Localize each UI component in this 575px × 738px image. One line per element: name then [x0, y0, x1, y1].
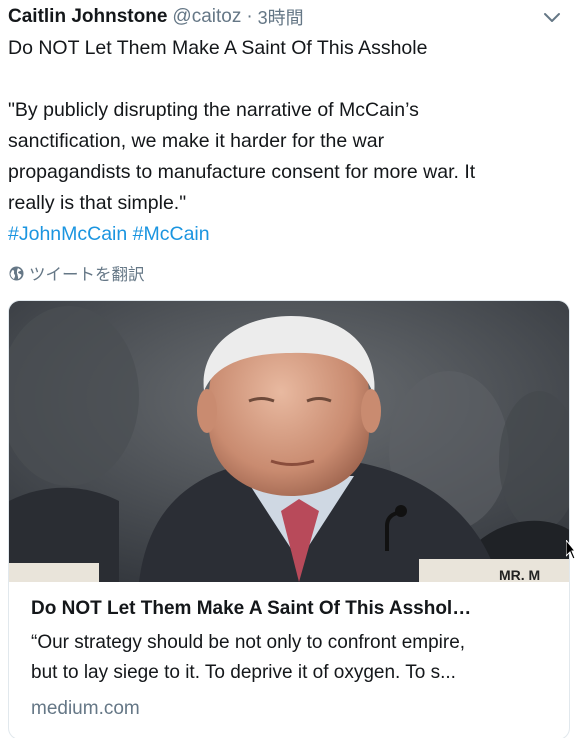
- author-name[interactable]: Caitlin Johnstone: [8, 6, 167, 28]
- mouse-cursor-icon: [565, 538, 575, 562]
- tweet-timestamp[interactable]: 3時間: [258, 4, 304, 30]
- nameplate-text: MR. M: [499, 567, 540, 582]
- tweet: Caitlin Johnstone @caitoz · 3時間 Do NOT L…: [0, 0, 575, 738]
- tweet-text-line: really is that simple.": [8, 192, 187, 214]
- tweet-header: Caitlin Johnstone @caitoz · 3時間: [8, 4, 567, 30]
- tweet-text-line: sanctification, we make it harder for th…: [8, 130, 385, 152]
- card-description-line: but to lay siege to it. To deprive it of…: [31, 662, 456, 683]
- chevron-down-icon[interactable]: [541, 6, 563, 28]
- card-image: MR. M: [9, 301, 569, 582]
- hashtag-line: #JohnMcCain #McCain: [8, 219, 553, 250]
- separator-dot: ·: [246, 6, 253, 27]
- card-description: “Our strategy should be not only to conf…: [31, 628, 555, 688]
- link-card[interactable]: MR. M Do NOT Let Them Make A Saint Of Th…: [8, 300, 570, 738]
- hashtag-johnmccain[interactable]: #JohnMcCain: [8, 223, 127, 245]
- globe-icon: [8, 265, 25, 282]
- tweet-text: Do NOT Let Them Make A Saint Of This Ass…: [8, 33, 553, 250]
- author-handle[interactable]: @caitoz: [172, 6, 241, 28]
- card-domain: medium.com: [31, 698, 140, 719]
- card-description-line: “Our strategy should be not only to conf…: [31, 632, 466, 653]
- translate-label: ツイートを翻訳: [29, 266, 145, 284]
- tweet-text-line: "By publicly disrupting the narrative of…: [8, 99, 419, 121]
- card-title[interactable]: Do NOT Let Them Make A Saint Of This Ass…: [31, 595, 555, 623]
- tweet-text-line: Do NOT Let Them Make A Saint Of This Ass…: [8, 37, 428, 59]
- translate-tweet-link[interactable]: ツイートを翻訳: [8, 262, 145, 284]
- hashtag-mccain[interactable]: #McCain: [133, 223, 210, 245]
- card-body: Do NOT Let Them Make A Saint Of This Ass…: [31, 595, 555, 720]
- tweet-text-line: propagandists to manufacture consent for…: [8, 161, 476, 183]
